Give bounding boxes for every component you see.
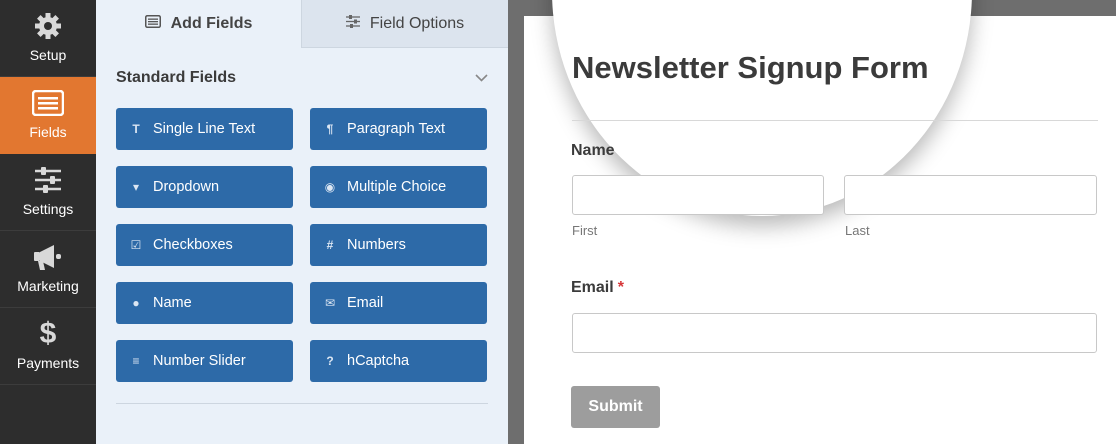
sliders-icon (345, 14, 360, 33)
gear-icon (0, 11, 96, 41)
field-button-label: hCaptcha (347, 353, 410, 369)
add-field-name[interactable]: ● Name (116, 282, 293, 324)
nav-label: Setup (29, 47, 67, 63)
name-label: Name (571, 142, 615, 159)
field-button-label: Dropdown (153, 179, 220, 195)
sliders-icon (0, 165, 96, 195)
first-sublabel: First (572, 223, 598, 238)
title-divider (572, 120, 1098, 121)
email-label: Email * (571, 279, 624, 297)
nav-item-marketing[interactable]: Marketing (0, 231, 96, 308)
person-icon: ● (132, 296, 140, 310)
add-field-paragraph-text[interactable]: ¶ Paragraph Text (310, 108, 487, 150)
add-field-hcaptcha[interactable]: ? hCaptcha (310, 340, 487, 382)
form-card: Newsletter Signup Form Name First Last E… (524, 0, 1116, 444)
nav-label: Settings (22, 201, 74, 217)
section-title: Standard Fields (116, 69, 237, 86)
tab-label: Field Options (369, 14, 465, 32)
required-asterisk: * (617, 279, 624, 296)
field-button-label: Paragraph Text (347, 121, 446, 137)
envelope-icon: ✉ (324, 296, 336, 310)
nav-label: Fields (29, 124, 67, 140)
field-button-label: Email (347, 295, 384, 311)
hash-icon: # (326, 238, 334, 252)
field-button-label: Checkboxes (153, 237, 233, 253)
section-divider (116, 403, 488, 404)
tab-field-options[interactable]: Field Options (302, 0, 508, 48)
builder-sidebar: Setup Fields Settings Marketing $ Paymen… (0, 0, 96, 444)
paragraph-icon: ¶ (326, 122, 334, 136)
field-button-label: Multiple Choice (347, 179, 447, 195)
form-preview: Newsletter Signup Form Name First Last E… (508, 0, 1116, 444)
nav-label: Marketing (17, 278, 79, 294)
add-field-dropdown[interactable]: ▾ Dropdown (116, 166, 293, 208)
add-field-numbers[interactable]: # Numbers (310, 224, 487, 266)
first-name-input[interactable] (572, 175, 824, 215)
submit-button[interactable]: Submit (571, 386, 660, 428)
tab-add-fields[interactable]: Add Fields (96, 0, 302, 48)
nav-item-setup[interactable]: Setup (0, 0, 96, 77)
nav-item-payments[interactable]: $ Payments (0, 308, 96, 385)
nav-item-fields[interactable]: Fields (0, 77, 96, 154)
list-icon (144, 15, 161, 33)
standard-fields-toggle[interactable]: Standard Fields (116, 68, 488, 88)
add-field-single-line-text[interactable]: T Single Line Text (116, 108, 293, 150)
add-field-checkboxes[interactable]: ☑ Checkboxes (116, 224, 293, 266)
email-label-text: Email (571, 279, 614, 296)
text-icon: T (132, 122, 140, 136)
panel-tabs: Add Fields Field Options (96, 0, 508, 48)
chevron-down-icon (475, 69, 488, 87)
email-input[interactable] (572, 313, 1097, 353)
add-field-email[interactable]: ✉ Email (310, 282, 487, 324)
megaphone-icon (0, 242, 96, 272)
tab-label: Add Fields (170, 15, 253, 32)
field-button-label: Numbers (347, 237, 406, 253)
fields-panel: Add Fields Field Options Standard Fields… (96, 0, 508, 444)
field-button-label: Single Line Text (153, 121, 256, 137)
nav-item-settings[interactable]: Settings (0, 154, 96, 231)
add-field-multiple-choice[interactable]: ◉ Multiple Choice (310, 166, 487, 208)
question-icon: ? (326, 354, 334, 368)
field-button-label: Name (153, 295, 192, 311)
last-name-input[interactable] (844, 175, 1097, 215)
last-sublabel: Last (845, 223, 870, 238)
radio-icon: ◉ (324, 180, 336, 194)
form-title[interactable]: Newsletter Signup Form (572, 50, 929, 86)
field-button-label: Number Slider (153, 353, 246, 369)
slider-icon: ≡ (132, 354, 140, 368)
dollar-icon: $ (39, 317, 57, 350)
list-icon (0, 88, 96, 118)
dropdown-icon: ▾ (132, 180, 140, 194)
nav-label: Payments (16, 355, 80, 371)
checkbox-icon: ☑ (130, 238, 142, 252)
add-field-number-slider[interactable]: ≡ Number Slider (116, 340, 293, 382)
